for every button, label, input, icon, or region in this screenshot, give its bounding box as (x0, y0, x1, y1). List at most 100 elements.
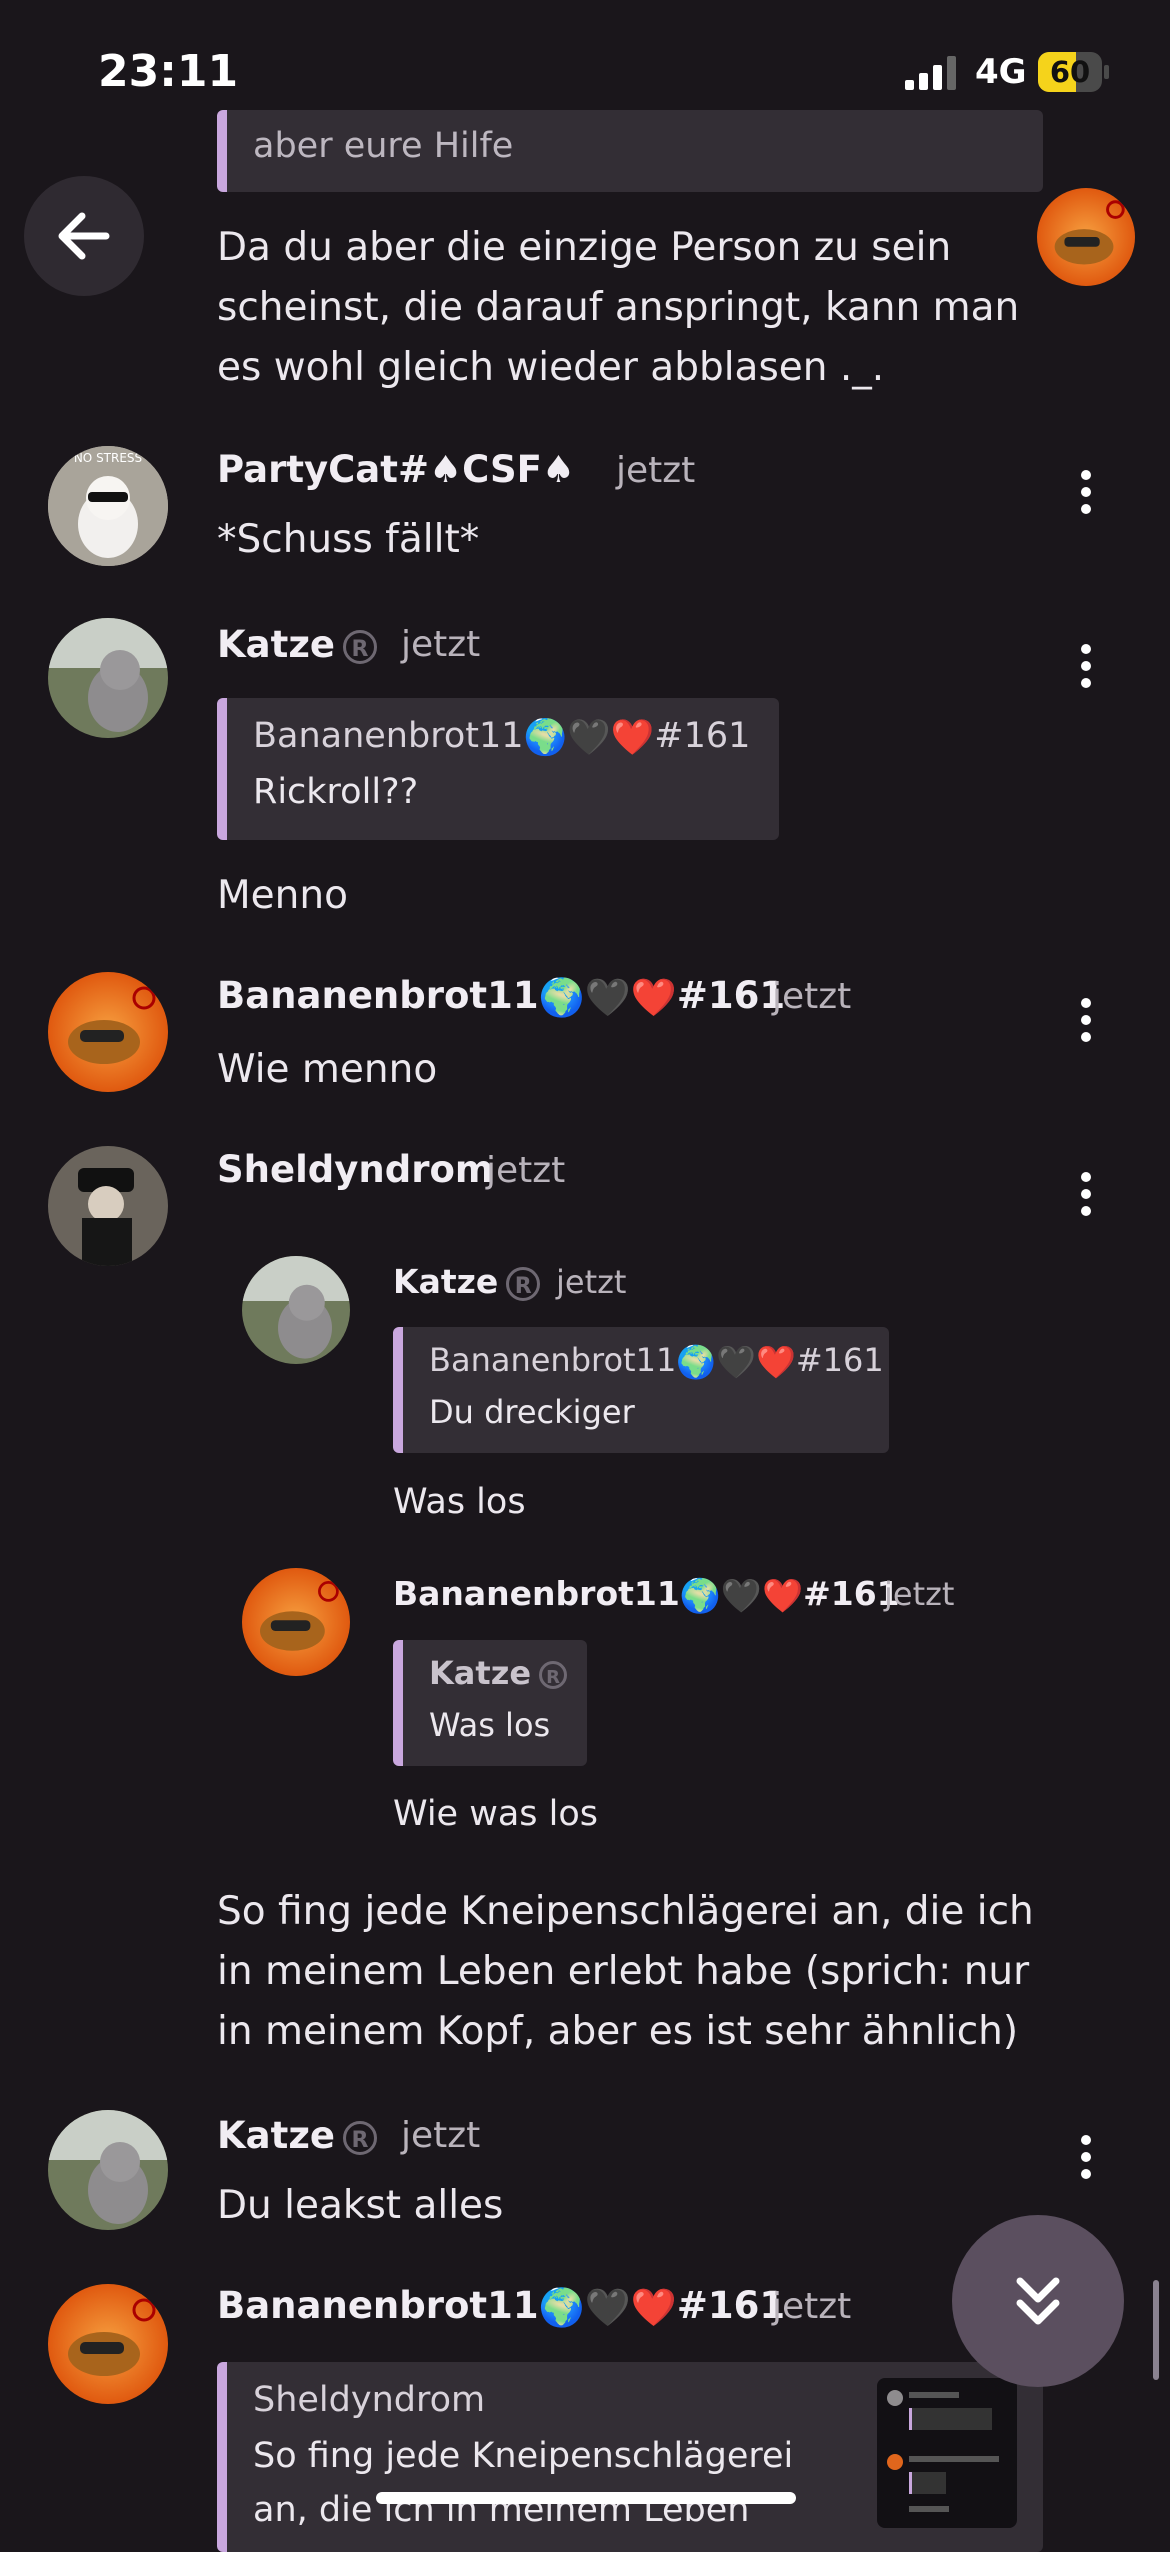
avatar[interactable] (48, 2284, 168, 2404)
quote-text-line: So fing jede Kneipenschlägerei (253, 2436, 794, 2476)
globe-icon: 🌍 (538, 2285, 585, 2329)
author-name[interactable]: Sheldyndrom (217, 1148, 493, 1191)
globe-icon: 🌍 (523, 717, 568, 758)
registered-icon: R (506, 1266, 541, 1301)
scroll-to-bottom-button[interactable] (952, 2215, 1124, 2387)
quote-text: Was los (429, 1706, 551, 1744)
scrollbar[interactable] (1153, 2280, 1159, 2380)
author-name-text: Katze (217, 623, 335, 666)
message-time: jetzt (616, 450, 696, 491)
message-text: So fing jede Kneipenschlägerei an, die i… (217, 1889, 1034, 2054)
back-button[interactable] (24, 176, 144, 296)
reply-quote[interactable]: Katze R Was los (393, 1640, 587, 1766)
avatar[interactable] (48, 2110, 168, 2230)
avatar[interactable] (48, 618, 168, 738)
author-name-text: Bananenbrot11 (217, 974, 539, 1017)
double-chevron-down-icon (1016, 2277, 1060, 2325)
battery-percent: 60 (1049, 55, 1091, 89)
reply-quote[interactable]: aber eure Hilfe (217, 110, 1043, 192)
red-heart-icon: ❤️ (630, 975, 677, 1019)
avatar[interactable] (1037, 188, 1135, 286)
message-time: jetzt (772, 2286, 852, 2327)
author-name-text: Katze (393, 1262, 499, 1301)
red-heart-icon: ❤️ (762, 1575, 804, 1615)
black-heart-icon: 🖤 (716, 1343, 756, 1381)
avatar[interactable] (48, 972, 168, 1092)
red-heart-icon: ❤️ (630, 2285, 677, 2329)
globe-icon: 🌍 (676, 1343, 717, 1381)
reply-quote[interactable]: Sheldyndrom So fing jede Kneipenschläger… (217, 2362, 1043, 2552)
black-heart-icon: 🖤 (720, 1575, 763, 1615)
quote-author: Bananenbrot11🌍🖤❤️#161 (253, 716, 750, 758)
author-name[interactable]: Katze R (217, 623, 377, 666)
globe-icon: 🌍 (679, 1575, 721, 1615)
cat-avatar-icon (48, 618, 168, 738)
message-text: Wie menno (217, 1047, 438, 1092)
person-avatar-icon (48, 1146, 168, 1266)
more-options-icon[interactable] (1076, 997, 1096, 1043)
message-time: jetzt (772, 976, 852, 1017)
quote-author: Sheldyndrom (253, 2380, 486, 2420)
avatar[interactable] (48, 1146, 168, 1266)
message-time: jetzt (401, 2115, 481, 2156)
bug-icon (68, 986, 156, 1064)
signal-icon (905, 56, 956, 90)
battery-icon: 60 (1038, 52, 1110, 92)
message-time: jetzt (884, 1575, 955, 1613)
author-name[interactable]: Bananenbrot11🌍🖤❤️#161 (217, 974, 785, 1020)
author-name[interactable]: PartyCat#♠CSF♠ (217, 448, 575, 491)
avatar[interactable] (242, 1568, 350, 1676)
message-time: jetzt (401, 624, 481, 665)
avatar[interactable]: NO STRESS (48, 446, 168, 566)
message-time: jetzt (486, 1150, 566, 1191)
black-heart-icon: 🖤 (584, 975, 631, 1019)
black-heart-icon: 🖤 (584, 2285, 631, 2329)
more-options-icon[interactable] (1076, 2134, 1096, 2180)
author-name-text: Bananenbrot11 (393, 1574, 680, 1613)
author-name[interactable]: Katze R (217, 2114, 377, 2157)
quote-tag: #161 (654, 716, 751, 756)
author-tag: #161 (676, 974, 786, 1017)
more-options-icon[interactable] (1076, 1171, 1096, 1217)
quote-author: Bananenbrot11🌍🖤❤️#161 (429, 1341, 884, 1381)
embed-author-name[interactable]: Katze R (393, 1262, 541, 1301)
arrow-left-icon (58, 212, 110, 260)
quote-text: aber eure Hilfe (253, 126, 514, 166)
author-tag: #161 (676, 2284, 786, 2327)
bug-icon (260, 1581, 339, 1651)
network-label: 4G (975, 52, 1027, 92)
globe-icon: 🌍 (538, 975, 585, 1019)
status-time: 23:11 (98, 46, 239, 97)
cat-avatar-icon (48, 2110, 168, 2230)
bug-icon (1054, 200, 1125, 265)
cat-avatar-icon (242, 1256, 350, 1364)
reply-quote[interactable]: Bananenbrot11🌍🖤❤️#161 Du dreckiger (393, 1327, 889, 1453)
author-name-text: Bananenbrot11 (217, 2284, 539, 2327)
red-heart-icon: ❤️ (756, 1343, 796, 1381)
message-text: Menno (217, 873, 348, 918)
quote-author-text: Katze (429, 1654, 532, 1692)
black-heart-icon: 🖤 (567, 717, 611, 758)
embed-author-name[interactable]: Bananenbrot11🌍🖤❤️#161 (393, 1574, 900, 1616)
author-name[interactable]: Bananenbrot11🌍🖤❤️#161 (217, 2284, 785, 2330)
red-heart-icon: ❤️ (610, 717, 655, 758)
quote-author: Katze R (429, 1654, 568, 1692)
quote-author-text: Bananenbrot11 (429, 1341, 677, 1379)
registered-icon: R (342, 2120, 377, 2155)
more-options-icon[interactable] (1076, 643, 1096, 689)
reply-quote[interactable]: Bananenbrot11🌍🖤❤️#161 Rickroll?? (217, 698, 779, 840)
avatar[interactable] (242, 1256, 350, 1364)
registered-icon: R (342, 629, 377, 664)
quote-text: Rickroll?? (253, 772, 419, 812)
bug-icon (68, 2298, 156, 2376)
more-options-icon[interactable] (1076, 469, 1096, 515)
embed-text: Wie was los (393, 1794, 599, 1834)
registered-icon: R (539, 1661, 568, 1689)
quote-text: Du dreckiger (429, 1393, 635, 1431)
quote-image-thumbnail[interactable] (877, 2378, 1017, 2528)
message-time: jetzt (556, 1263, 627, 1301)
quote-author-text: Bananenbrot11 (253, 716, 524, 756)
author-name-text: Katze (217, 2114, 335, 2157)
embed-text: Was los (393, 1482, 526, 1522)
home-indicator[interactable] (376, 2492, 796, 2504)
